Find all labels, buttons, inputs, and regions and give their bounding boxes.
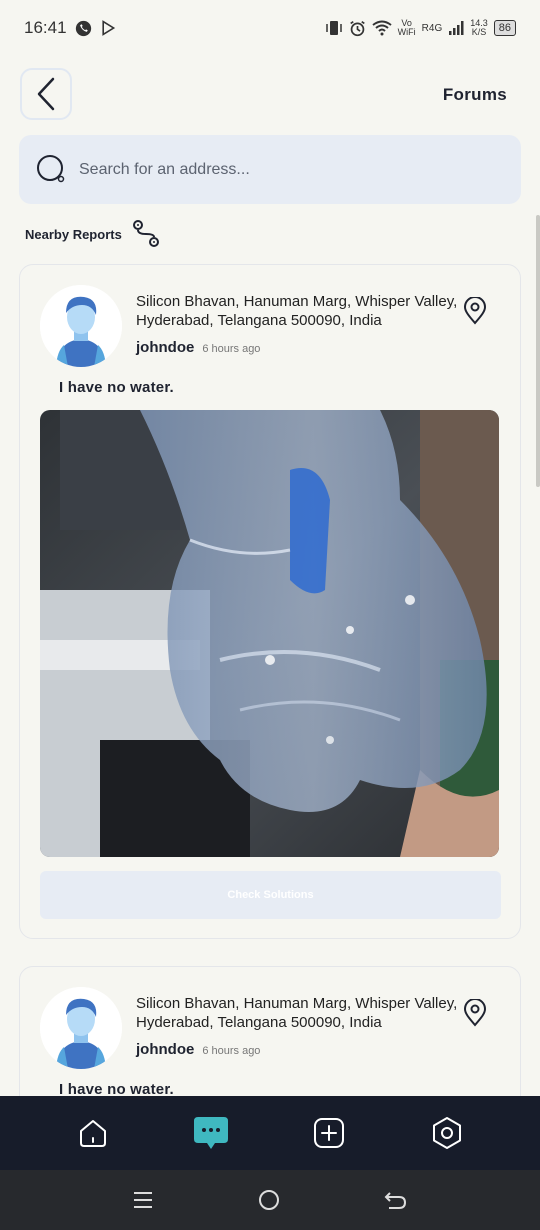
search-icon [37,154,65,182]
scrollbar-thumb[interactable] [536,215,540,487]
chevron-left-icon [37,77,55,111]
wifi-icon [372,20,392,36]
chat-icon [194,1117,228,1149]
speed-unit: K/S [471,27,487,37]
report-meta: johndoe 6 hours ago [136,1041,260,1058]
home-icon [80,1120,106,1147]
report-username[interactable]: johndoe [136,1041,194,1058]
nav-add[interactable] [304,1108,354,1158]
report-time: 6 hours ago [202,343,261,355]
alarm-icon [349,20,365,36]
user-avatar-icon [40,285,122,367]
avatar [40,987,122,1069]
nav-settings[interactable] [422,1108,472,1158]
user-avatar-icon [40,987,122,1069]
report-text: I have no water. [59,379,174,396]
network-type: R4G [421,22,443,34]
system-nav-bar [0,1170,540,1230]
nearby-reports-label: Nearby Reports [25,226,122,242]
nav-home[interactable] [68,1108,118,1158]
report-address: Silicon Bhavan, Hanuman Marg, Whisper Va… [136,995,458,1031]
phone-call-icon [75,20,91,36]
network-bottom: WiFi [397,27,416,37]
nearby-reports-toggle[interactable]: Nearby Reports [25,218,162,250]
battery-level: 86 [498,22,511,34]
location-pin-icon[interactable] [462,999,488,1027]
report-time: 6 hours ago [202,1045,261,1057]
search-bar[interactable] [19,135,521,204]
status-time: 16:41 [24,18,67,37]
back-button[interactable] [20,68,72,120]
battery-indicator: 86 [493,20,516,36]
water-bottle-photo [40,410,499,857]
bottom-nav [0,1096,540,1170]
check-solutions-button[interactable]: Check Solutions [40,871,501,919]
report-address: Silicon Bhavan, Hanuman Marg, Whisper Va… [136,293,458,329]
report-username[interactable]: johndoe [136,339,194,356]
recent-apps-icon[interactable] [132,1189,154,1211]
report-card[interactable]: Silicon Bhavan, Hanuman Marg, Whisper Va… [19,264,521,939]
nav-forums[interactable] [186,1108,236,1158]
signal-icon [449,21,464,35]
vibrate-icon [325,21,342,35]
status-right: Vo WiFi R4G 14.3 K/S 86 [325,19,516,37]
search-input[interactable] [79,160,479,179]
add-icon [314,1118,344,1148]
volte-indicator: Vo WiFi [398,19,416,37]
page-title: Forums [442,85,507,104]
status-left: 16:41 [24,18,116,38]
route-icon[interactable] [130,218,162,250]
status-bar: 16:41 Vo WiFi R4G 14.3 K/S 86 [0,0,540,56]
report-photo[interactable] [40,410,499,857]
play-store-icon [101,20,115,36]
network-speed: 14.3 K/S [470,19,488,37]
settings-icon [433,1117,461,1149]
location-pin-icon[interactable] [462,297,488,325]
home-circle-icon[interactable] [257,1188,281,1212]
report-meta: johndoe 6 hours ago [136,339,260,356]
avatar [40,285,122,367]
back-arrow-icon[interactable] [384,1189,408,1211]
